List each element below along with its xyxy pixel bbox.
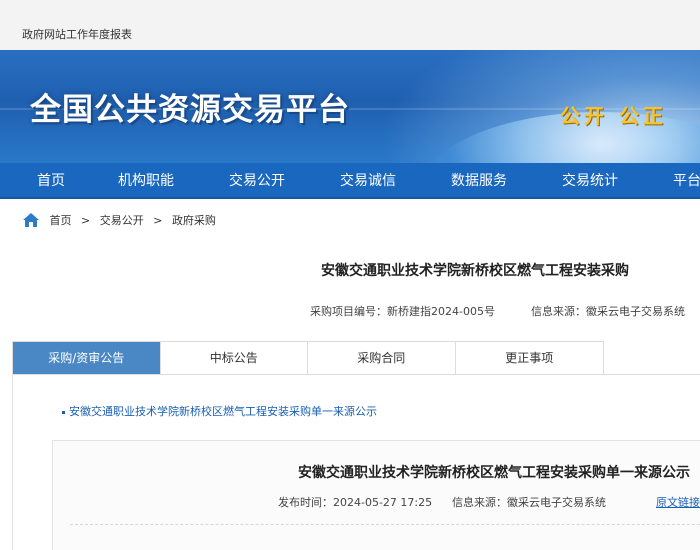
publish-time: 发布时间：2024-05-27 17:25	[278, 496, 433, 509]
home-icon	[23, 213, 39, 227]
nav-item-platform[interactable]: 平台	[673, 163, 700, 199]
tab-procurement-contract[interactable]: 采购合同	[308, 342, 456, 374]
top-utility-bar: 政府网站工作年度报表	[0, 0, 700, 50]
project-number: 采购项目编号：新桥建指2024-005号	[310, 305, 495, 318]
breadcrumb: 首页 > 交易公开 > 政府采购	[22, 212, 216, 232]
nav-item-functions[interactable]: 机构职能	[118, 163, 174, 199]
breadcrumb-home[interactable]: 首页	[50, 214, 72, 227]
site-banner: 全国公共资源交易平台 公开 公正	[0, 50, 700, 163]
bullet-icon	[62, 410, 65, 414]
detail-divider	[70, 524, 700, 525]
breadcrumb-separator: >	[153, 213, 163, 227]
breadcrumb-trade-public[interactable]: 交易公开	[100, 214, 144, 227]
info-source: 信息来源：徽采云电子交易系统	[531, 305, 685, 318]
origin-link[interactable]: 原文链接	[656, 494, 700, 510]
breadcrumb-gov-procurement[interactable]: 政府采购	[172, 214, 216, 227]
panel-left-border	[12, 374, 13, 550]
tab-award-notice[interactable]: 中标公告	[160, 342, 308, 374]
nav-item-statistics[interactable]: 交易统计	[562, 163, 618, 199]
nav-item-integrity[interactable]: 交易诚信	[340, 163, 396, 199]
banner-slogan: 公开 公正	[560, 104, 667, 128]
nav-item-trade-public[interactable]: 交易公开	[229, 163, 285, 199]
main-nav: 首页 机构职能 交易公开 交易诚信 数据服务 交易统计 平台	[0, 163, 700, 199]
notice-tabs: 采购/资审公告 中标公告 采购合同 更正事项	[12, 341, 604, 374]
notice-link-text: 安徽交通职业技术学院新桥校区燃气工程安装采购单一来源公示	[69, 405, 377, 418]
tab-corrections[interactable]: 更正事项	[455, 342, 603, 374]
site-title: 全国公共资源交易平台	[30, 92, 350, 128]
nav-item-home[interactable]: 首页	[37, 163, 65, 199]
document-title: 安徽交通职业技术学院新桥校区燃气工程安装采购	[321, 263, 629, 279]
detail-source: 信息来源：徽采云电子交易系统	[452, 496, 606, 509]
nav-item-data-service[interactable]: 数据服务	[451, 163, 507, 199]
tab-underline	[12, 374, 700, 375]
detail-title: 安徽交通职业技术学院新桥校区燃气工程安装采购单一来源公示	[298, 465, 690, 481]
annual-report-link[interactable]: 政府网站工作年度报表	[22, 26, 132, 42]
breadcrumb-separator: >	[81, 213, 91, 227]
notice-list-item[interactable]: 安徽交通职业技术学院新桥校区燃气工程安装采购单一来源公示	[62, 403, 377, 419]
tab-procurement-notice[interactable]: 采购/资审公告	[13, 342, 161, 374]
